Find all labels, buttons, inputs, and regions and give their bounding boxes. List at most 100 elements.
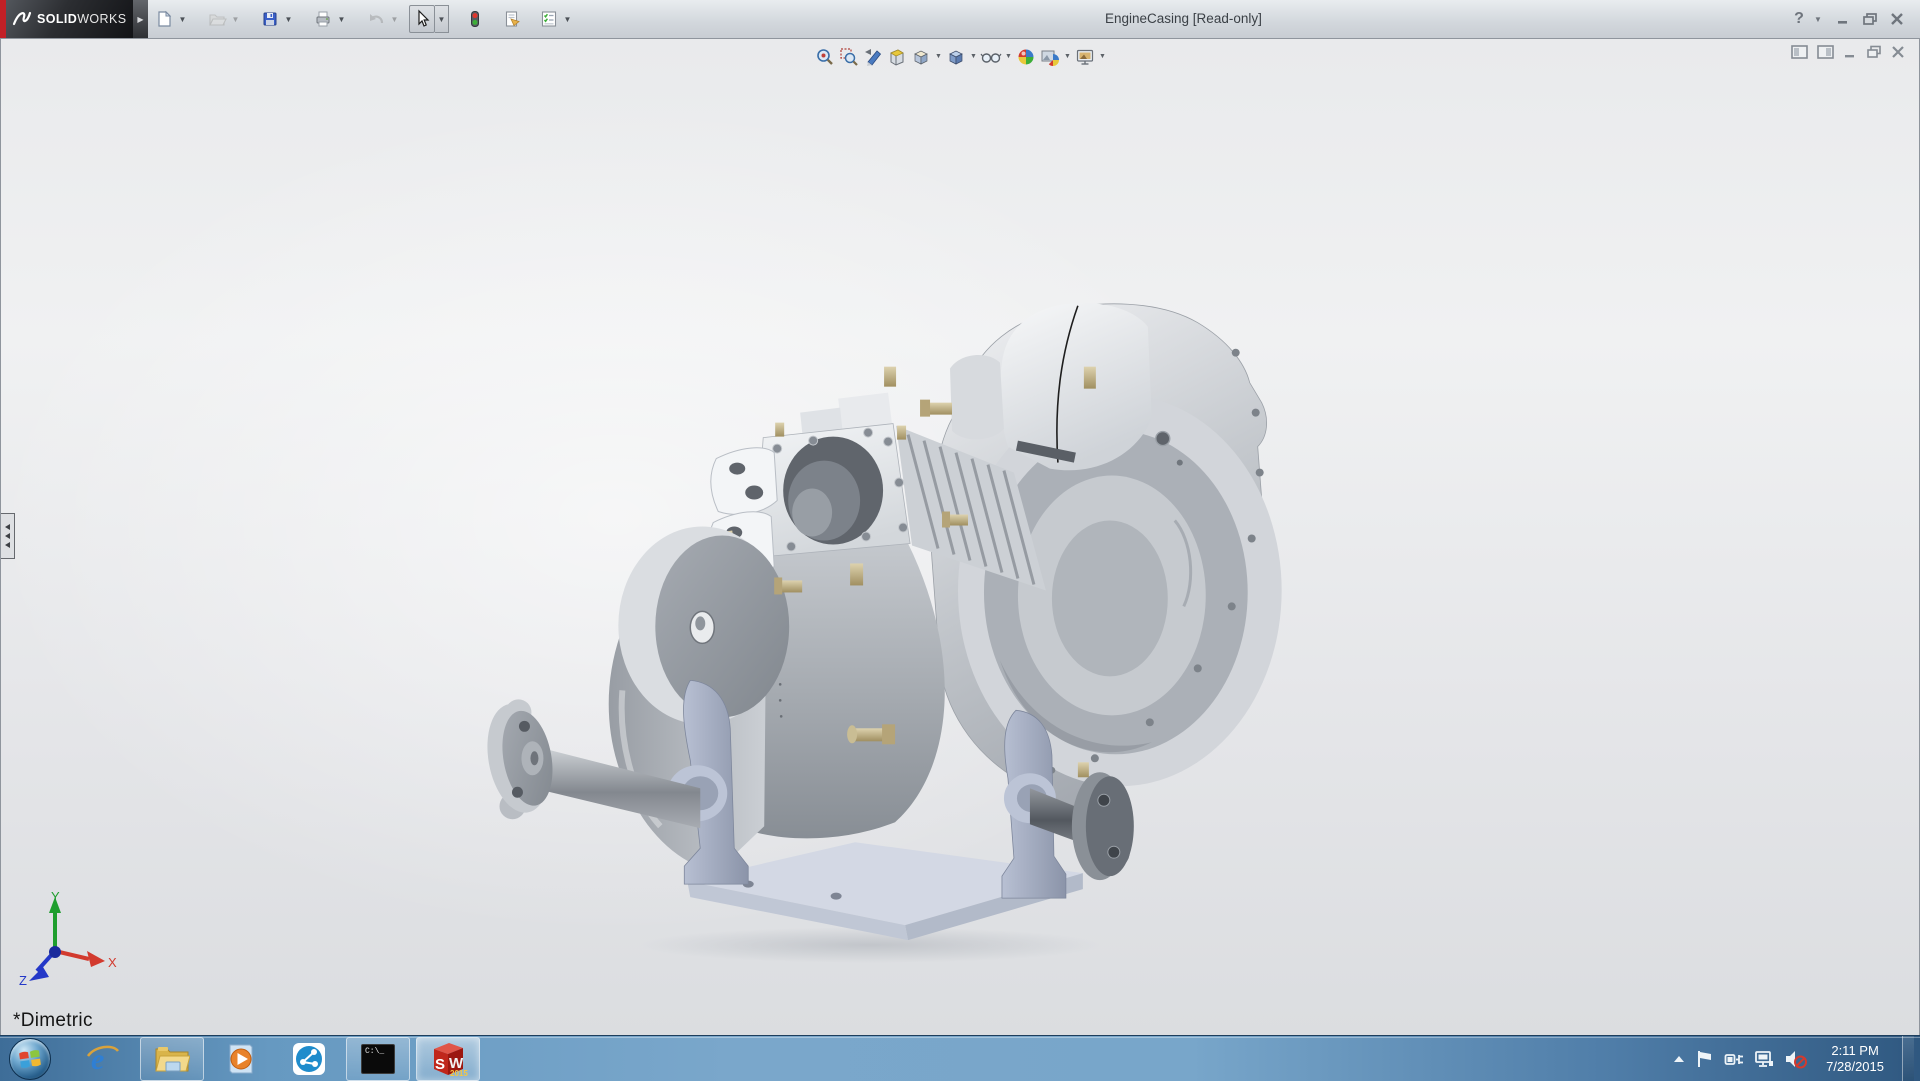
taskbar-item-windows-explorer[interactable] xyxy=(140,1037,204,1081)
hide-show-items-dropdown[interactable]: ▼ xyxy=(1003,44,1014,70)
print-button[interactable] xyxy=(311,6,335,32)
restore-button[interactable] xyxy=(1861,10,1879,28)
select-dropdown[interactable]: ▼ xyxy=(435,5,449,33)
minimize-button[interactable] xyxy=(1834,10,1852,28)
help-dropdown[interactable]: ▼ xyxy=(1817,10,1825,28)
taskbar-item-command-prompt[interactable]: C:\_ xyxy=(346,1037,410,1081)
action-center-flag-icon[interactable] xyxy=(1696,1050,1714,1068)
view-settings-dropdown[interactable]: ▼ xyxy=(1097,44,1108,70)
solidworks-logo: SOLIDWORKS xyxy=(0,0,133,38)
restore-document-icon[interactable] xyxy=(1866,45,1882,59)
zoom-to-fit-button[interactable] xyxy=(813,44,837,70)
show-desktop-button[interactable] xyxy=(1902,1036,1914,1081)
clock-date: 7/28/2015 xyxy=(1826,1059,1884,1075)
windows-taskbar: e xyxy=(0,1035,1920,1081)
volume-muted-icon[interactable] xyxy=(1784,1049,1808,1069)
open-folder-icon xyxy=(207,9,227,29)
brand-light: WORKS xyxy=(77,12,126,26)
media-player-icon xyxy=(224,1042,258,1076)
section-view-icon xyxy=(887,47,907,67)
file-properties-icon xyxy=(502,9,522,29)
svg-text:Z: Z xyxy=(19,973,27,988)
title-bar: SOLIDWORKS ▶ ▼ ▼ ▼ xyxy=(0,0,1920,39)
appearance-ball-icon xyxy=(1016,47,1036,67)
view-orientation-dropdown[interactable]: ▼ xyxy=(933,44,944,70)
solidworks-window: SOLIDWORKS ▶ ▼ ▼ ▼ xyxy=(0,0,1920,1080)
select-button[interactable] xyxy=(409,5,435,33)
svg-text:Y: Y xyxy=(51,889,60,904)
taskbar-item-share-app[interactable] xyxy=(278,1038,340,1080)
cylinder-top-flange[interactable] xyxy=(754,393,910,558)
print-dropdown[interactable]: ▼ xyxy=(335,6,348,32)
display-style-button[interactable] xyxy=(944,44,968,70)
network-display-icon[interactable] xyxy=(1754,1050,1774,1068)
display-style-cube-icon xyxy=(946,47,966,67)
previous-view-button[interactable] xyxy=(861,44,885,70)
svg-text:2015: 2015 xyxy=(450,1069,468,1078)
new-document-button[interactable] xyxy=(152,6,176,32)
taskbar-item-solidworks[interactable]: S W 2015 xyxy=(416,1037,480,1081)
menu-expand-tab[interactable]: ▶ xyxy=(133,0,148,38)
taskbar-clock[interactable]: 2:11 PM 7/28/2015 xyxy=(1826,1043,1884,1075)
system-tray: 2:11 PM 7/28/2015 xyxy=(1672,1036,1914,1081)
document-window-controls xyxy=(1791,45,1905,59)
taskbar-item-internet-explorer[interactable]: e xyxy=(72,1038,134,1080)
start-button[interactable] xyxy=(8,1037,52,1081)
command-prompt-icon: C:\_ xyxy=(361,1044,395,1074)
view-orientation-button[interactable] xyxy=(909,44,933,70)
main-toolbar: ▼ ▼ ▼ ▼ xyxy=(152,0,590,38)
view-orientation-label: *Dimetric xyxy=(13,1010,93,1032)
collapse-arrow-icon xyxy=(5,524,10,530)
pane-left-icon[interactable] xyxy=(1791,45,1808,59)
pane-right-icon[interactable] xyxy=(1817,45,1834,59)
rebuild-traffic-light-icon xyxy=(465,9,485,29)
new-document-icon xyxy=(154,9,174,29)
open-dropdown[interactable]: ▼ xyxy=(229,6,242,32)
rebuild-button[interactable] xyxy=(463,6,487,32)
eyeglasses-icon xyxy=(980,47,1002,67)
solidworks-sigma-s-icon xyxy=(12,9,32,29)
taskbar-item-media-player[interactable] xyxy=(210,1038,272,1080)
apply-scene-button[interactable] xyxy=(1038,44,1062,70)
apply-scene-dropdown[interactable]: ▼ xyxy=(1062,44,1073,70)
engine-casing-model[interactable] xyxy=(1,39,1919,1035)
zoom-to-fit-icon xyxy=(815,47,835,67)
options-button[interactable] xyxy=(537,6,561,32)
print-icon xyxy=(313,9,333,29)
view-settings-button[interactable] xyxy=(1073,44,1097,70)
internet-explorer-icon: e xyxy=(85,1042,121,1076)
power-plug-icon[interactable] xyxy=(1724,1050,1744,1068)
save-floppy-icon xyxy=(260,9,280,29)
brand-text: SOLIDWORKS xyxy=(37,12,126,26)
previous-view-icon xyxy=(863,47,883,67)
hide-show-items-button[interactable] xyxy=(979,44,1003,70)
undo-dropdown[interactable]: ▼ xyxy=(388,6,401,32)
edit-appearance-button[interactable] xyxy=(1014,44,1038,70)
minimize-document-icon[interactable] xyxy=(1843,45,1857,59)
view-settings-monitor-icon xyxy=(1075,47,1095,67)
save-button[interactable] xyxy=(258,6,282,32)
zoom-to-area-button[interactable] xyxy=(837,44,861,70)
close-button[interactable] xyxy=(1888,10,1906,28)
section-view-button[interactable] xyxy=(885,44,909,70)
file-properties-button[interactable] xyxy=(500,6,524,32)
share-network-icon xyxy=(292,1042,326,1076)
options-dropdown[interactable]: ▼ xyxy=(561,6,574,32)
display-style-dropdown[interactable]: ▼ xyxy=(968,44,979,70)
brand-bold: SOLID xyxy=(37,12,77,26)
window-controls: ? ▼ xyxy=(1790,0,1906,38)
close-document-icon[interactable] xyxy=(1891,45,1905,59)
help-button[interactable]: ? xyxy=(1790,10,1808,28)
heads-up-view-toolbar: ▼ ▼ ▼ ▼ ▼ xyxy=(813,43,1108,70)
open-button[interactable] xyxy=(205,6,229,32)
new-document-dropdown[interactable]: ▼ xyxy=(176,6,189,32)
apply-scene-icon xyxy=(1040,47,1060,67)
hidden-icons-chevron-icon[interactable] xyxy=(1672,1054,1686,1064)
graphics-area[interactable]: ▼ ▼ ▼ ▼ ▼ xyxy=(0,38,1920,1036)
collapse-arrow-icon xyxy=(5,533,10,539)
solidworks-cube-icon: S W 2015 xyxy=(428,1040,468,1078)
feature-manager-collapse-tab[interactable] xyxy=(1,513,15,559)
collapse-arrow-icon xyxy=(5,542,10,548)
save-dropdown[interactable]: ▼ xyxy=(282,6,295,32)
undo-button[interactable] xyxy=(364,6,388,32)
